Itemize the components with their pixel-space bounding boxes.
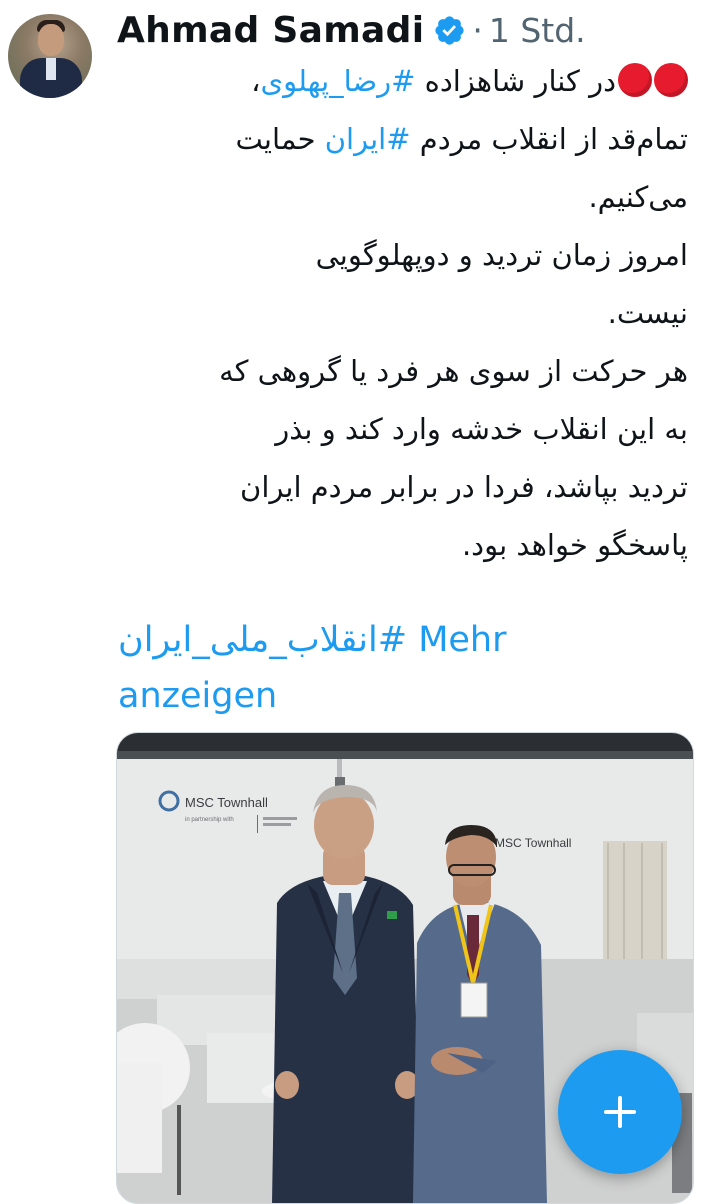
author-avatar[interactable] bbox=[8, 14, 92, 98]
tweet-line-2: تمام‌قد از انقلاب مردم #ایران حمایت bbox=[118, 110, 688, 168]
show-more-link-line-2[interactable]: anzeigen bbox=[118, 668, 277, 724]
hashtag-link[interactable]: #انقلاب_ملی_ایران bbox=[118, 612, 407, 668]
avatar-shirt bbox=[46, 58, 56, 80]
tweet-line-8: تردید بپاشد، فردا در برابر مردم ایران bbox=[240, 470, 688, 504]
tweet-line-9: پاسخگو خواهد بود. bbox=[461, 528, 688, 562]
verified-badge-icon bbox=[435, 15, 464, 45]
tweet-line-5: نیست. bbox=[607, 296, 688, 330]
tweet-text-segment: در کنار شاهزاده bbox=[415, 64, 616, 98]
avatar-head bbox=[38, 24, 64, 56]
show-more-link[interactable]: Mehr bbox=[418, 620, 506, 660]
hashtag-link[interactable]: #رضا_پهلوی bbox=[260, 64, 415, 98]
tweet-body: در کنار شاهزاده #رضا_پهلوی، تمام‌قد از ا… bbox=[118, 52, 688, 574]
plus-icon bbox=[604, 1096, 636, 1128]
tweet-timestamp[interactable]: 1 Std. bbox=[489, 11, 586, 50]
hashtag-link[interactable]: #ایران bbox=[325, 122, 411, 156]
tweet-header: Ahmad Samadi · 1 Std. bbox=[117, 8, 586, 52]
msc-sign-left: MSC Townhall bbox=[185, 795, 268, 810]
separator-dot: · bbox=[472, 10, 483, 50]
tweet-text-segment: حمایت bbox=[235, 122, 325, 156]
red-circle-emoji-icon bbox=[618, 63, 652, 97]
msc-sign-left-sub: in partnership with bbox=[185, 817, 234, 823]
red-circle-emoji-icon bbox=[654, 63, 688, 97]
compose-tweet-button[interactable] bbox=[558, 1050, 682, 1174]
tweet-line-6: هر حرکت از سوی هر فرد یا گروهی که bbox=[219, 354, 688, 388]
tweet-line-4: امروز زمان تردید و دوپهلوگویی bbox=[315, 238, 688, 272]
hashtag-and-show-more: #انقلاب_ملی_ایران Mehr bbox=[118, 612, 507, 668]
tweet-line-1: در کنار شاهزاده #رضا_پهلوی، bbox=[118, 52, 688, 110]
tweet-line-3: می‌کنیم. bbox=[588, 180, 688, 214]
author-name[interactable]: Ahmad Samadi bbox=[117, 10, 424, 51]
tweet-line-7: به این انقلاب خدشه وارد کند و بذر bbox=[275, 412, 688, 446]
tweet-text-segment: تمام‌قد از انقلاب مردم bbox=[410, 122, 688, 156]
msc-sign-right: MSC Townhall bbox=[495, 836, 571, 850]
